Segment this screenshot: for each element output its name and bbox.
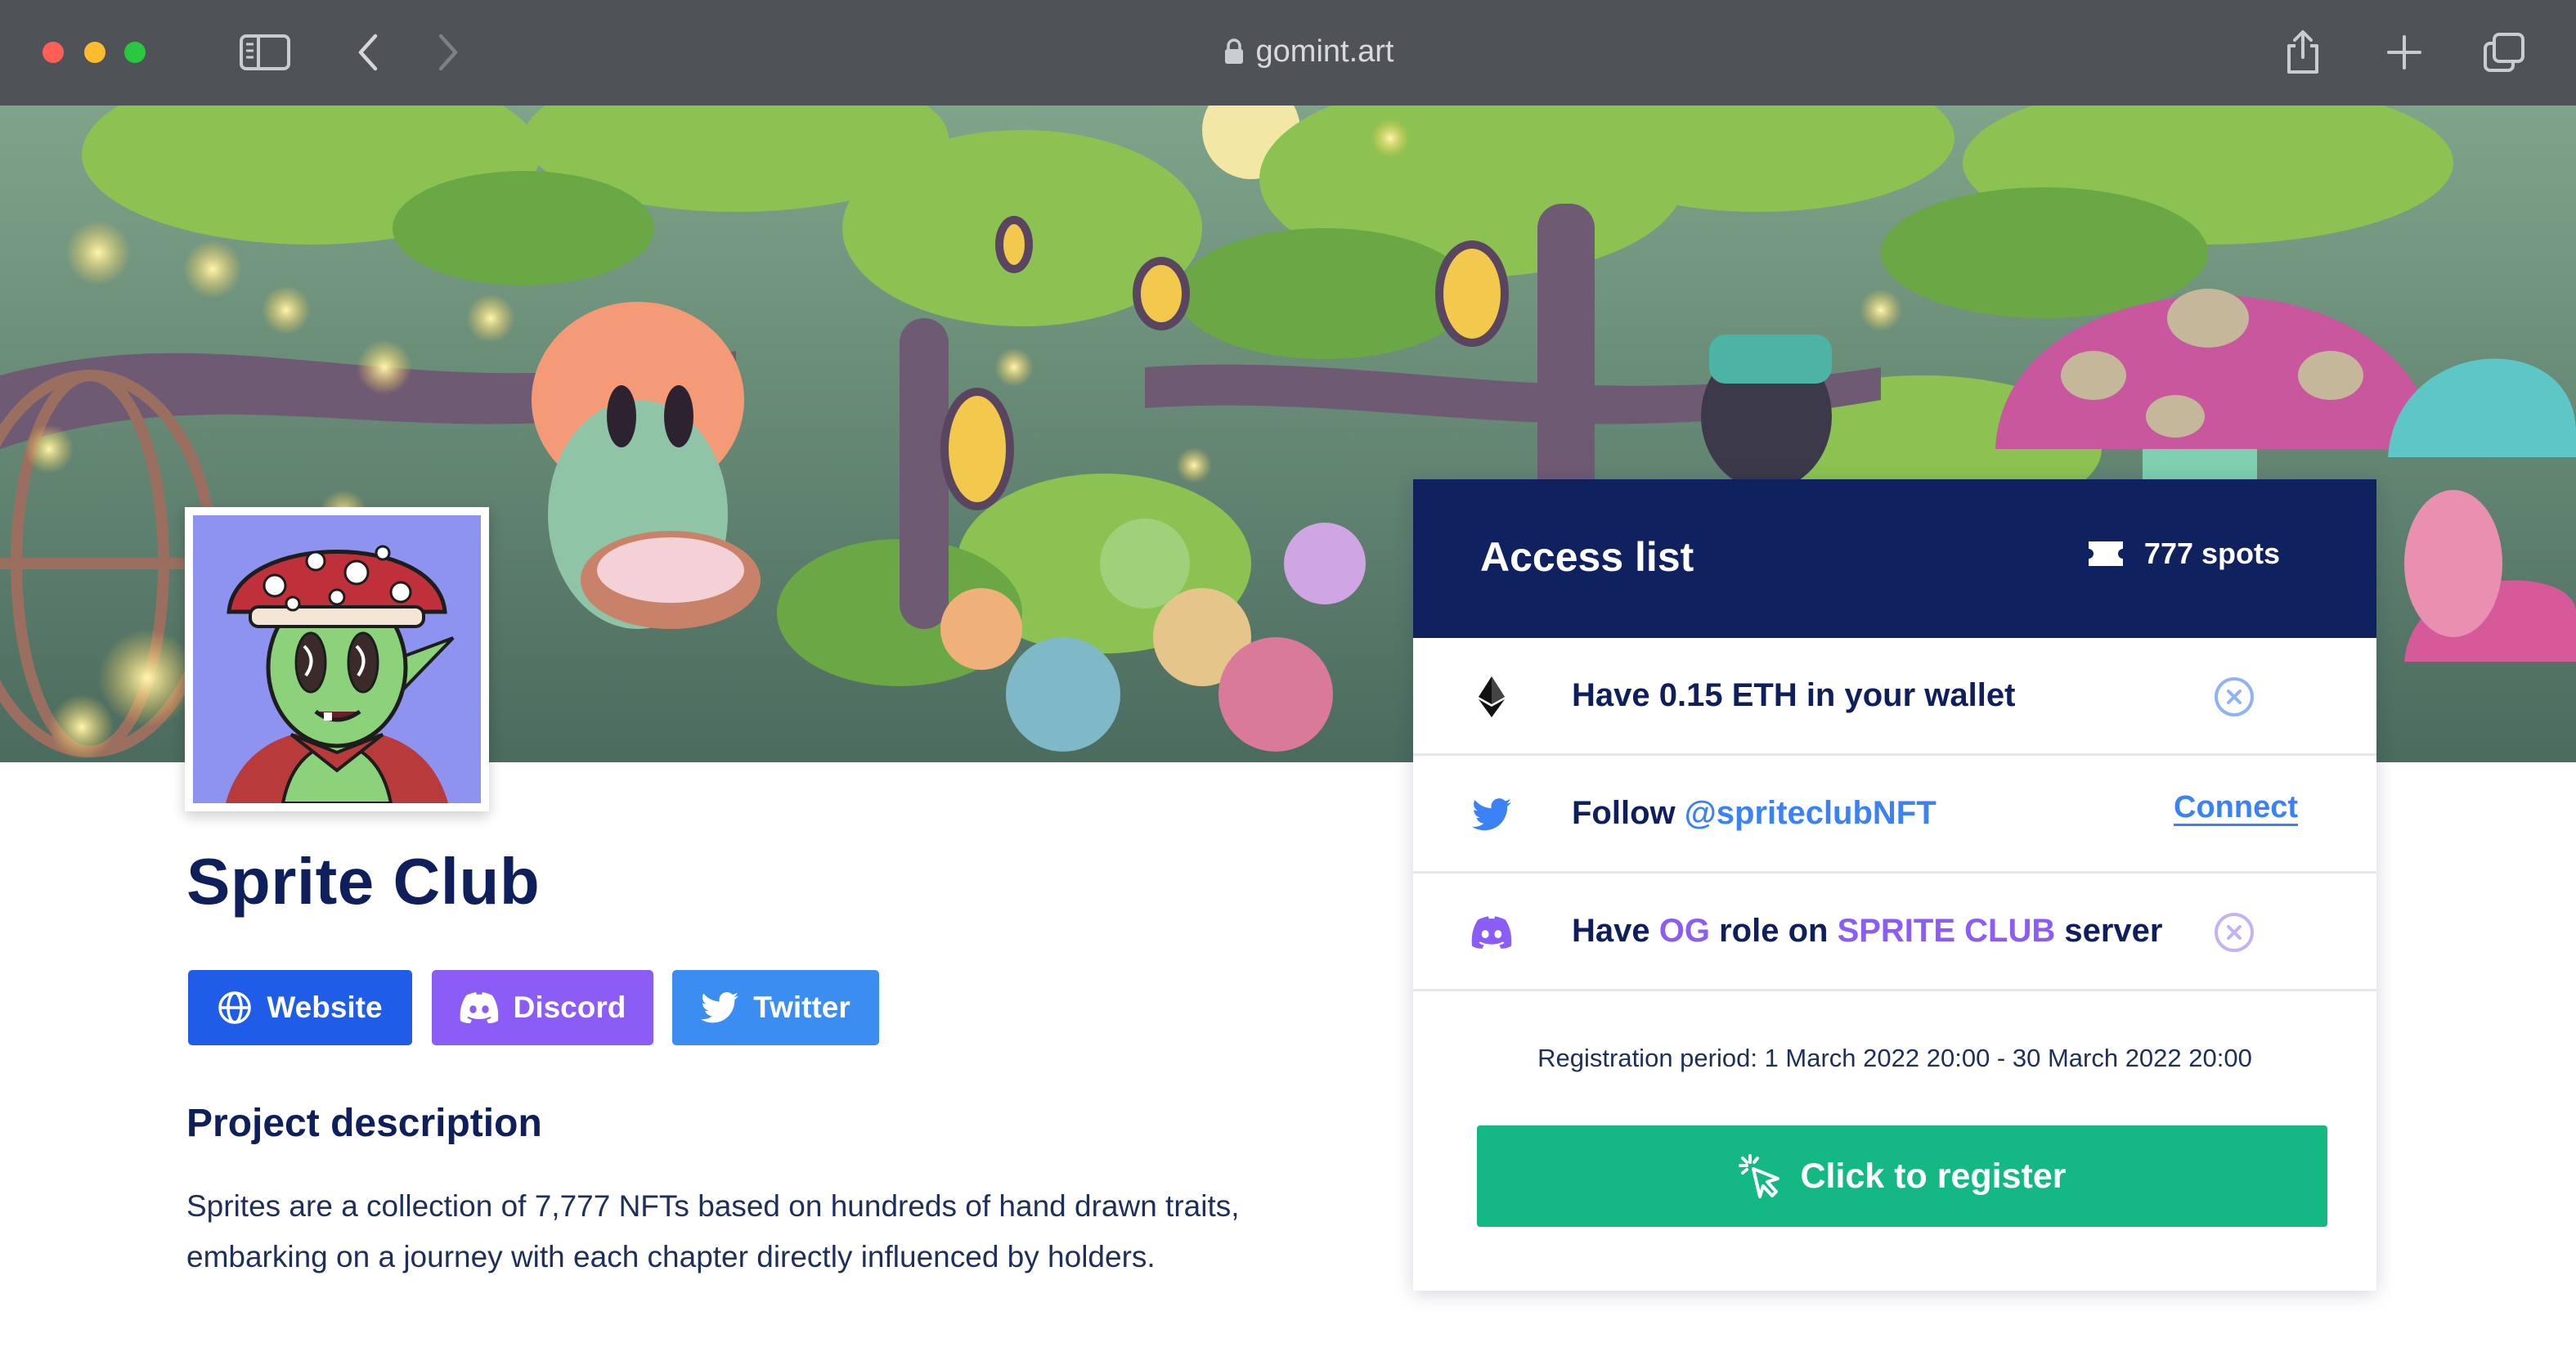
requirement-discord-text-part: server xyxy=(2055,913,2163,949)
project-avatar xyxy=(185,507,489,811)
maximize-window-button[interactable] xyxy=(124,42,146,63)
globe-icon xyxy=(218,991,252,1024)
back-button[interactable] xyxy=(343,28,393,77)
minimize-window-button[interactable] xyxy=(84,42,105,63)
follow-label: Follow xyxy=(1572,795,1685,831)
discord-icon xyxy=(1469,910,1515,955)
twitter-button-label: Twitter xyxy=(753,990,850,1024)
requirement-discord-text-part: Have xyxy=(1572,913,1659,949)
tabs-icon xyxy=(2484,33,2524,72)
requirement-twitter-follow: Follow @spriteclubNFT Connect xyxy=(1413,756,2376,874)
discord-button[interactable]: Discord xyxy=(432,970,653,1045)
requirement-discord-text-part: role on xyxy=(1709,913,1838,949)
register-button[interactable]: Click to register xyxy=(1477,1125,2327,1227)
twitter-handle-link[interactable]: @spriteclubNFT xyxy=(1685,795,1936,831)
spots-count: 777 spots xyxy=(2087,537,2280,571)
ticket-icon xyxy=(2088,541,2123,566)
new-tab-button[interactable] xyxy=(2380,28,2429,77)
tab-overview-button[interactable] xyxy=(2480,28,2529,77)
twitter-icon xyxy=(701,992,739,1023)
sprite-character-image xyxy=(193,515,481,803)
access-list-title: Access list xyxy=(1480,534,1694,580)
chevron-left-icon xyxy=(358,34,378,71)
url-text: gomint.art xyxy=(1255,34,1394,69)
address-bar[interactable]: gomint.art xyxy=(1145,25,1472,79)
discord-button-label: Discord xyxy=(513,990,626,1024)
twitter-icon xyxy=(1469,792,1515,838)
share-button[interactable] xyxy=(2278,28,2327,77)
requirement-discord-text: Have OG role on SPRITE CLUB server xyxy=(1572,913,2162,950)
discord-role-name: OG xyxy=(1658,913,1710,949)
lock-icon xyxy=(1224,38,1243,64)
share-icon xyxy=(2287,30,2318,74)
project-title: Sprite Club xyxy=(186,845,541,918)
requirement-eth-balance: Have 0.15 ETH in your wallet xyxy=(1413,638,2376,756)
twitter-button[interactable]: Twitter xyxy=(672,970,879,1045)
requirement-eth-text: Have 0.15 ETH in your wallet xyxy=(1572,677,2016,713)
x-circle-icon xyxy=(2213,911,2255,954)
sidebar-icon xyxy=(240,34,290,70)
x-circle-icon xyxy=(2213,676,2255,718)
chevron-right-icon xyxy=(438,34,458,71)
forward-button[interactable] xyxy=(424,28,473,77)
discord-server-name: SPRITE CLUB xyxy=(1837,913,2056,949)
sidebar-toggle-button[interactable] xyxy=(236,28,294,77)
project-description-heading: Project description xyxy=(186,1102,542,1145)
ethereum-icon xyxy=(1469,674,1515,720)
website-button-label: Website xyxy=(267,990,383,1024)
register-button-label: Click to register xyxy=(1800,1156,2067,1196)
requirement-twitter-text: Follow @spriteclubNFT xyxy=(1572,795,1936,832)
close-window-button[interactable] xyxy=(43,42,64,63)
access-list-header: Access list 777 spots xyxy=(1413,479,2376,638)
requirement-discord-role: Have OG role on SPRITE CLUB server xyxy=(1413,874,2376,991)
spots-label: 777 spots xyxy=(2143,537,2280,570)
connect-twitter-link[interactable]: Connect xyxy=(2174,790,2298,825)
plus-icon xyxy=(2387,35,2421,70)
access-list-card: Access list 777 spots Have 0.15 ETH in y… xyxy=(1413,479,2376,1291)
website-button[interactable]: Website xyxy=(188,970,412,1045)
cursor-click-icon xyxy=(1738,1154,1779,1198)
project-description-text: Sprites are a collection of 7,777 NFTs b… xyxy=(186,1189,1240,1273)
browser-toolbar: gomint.art xyxy=(0,0,2576,106)
registration-period: Registration period: 1 March 2022 20:00 … xyxy=(1537,1044,2252,1072)
discord-icon xyxy=(460,992,498,1023)
